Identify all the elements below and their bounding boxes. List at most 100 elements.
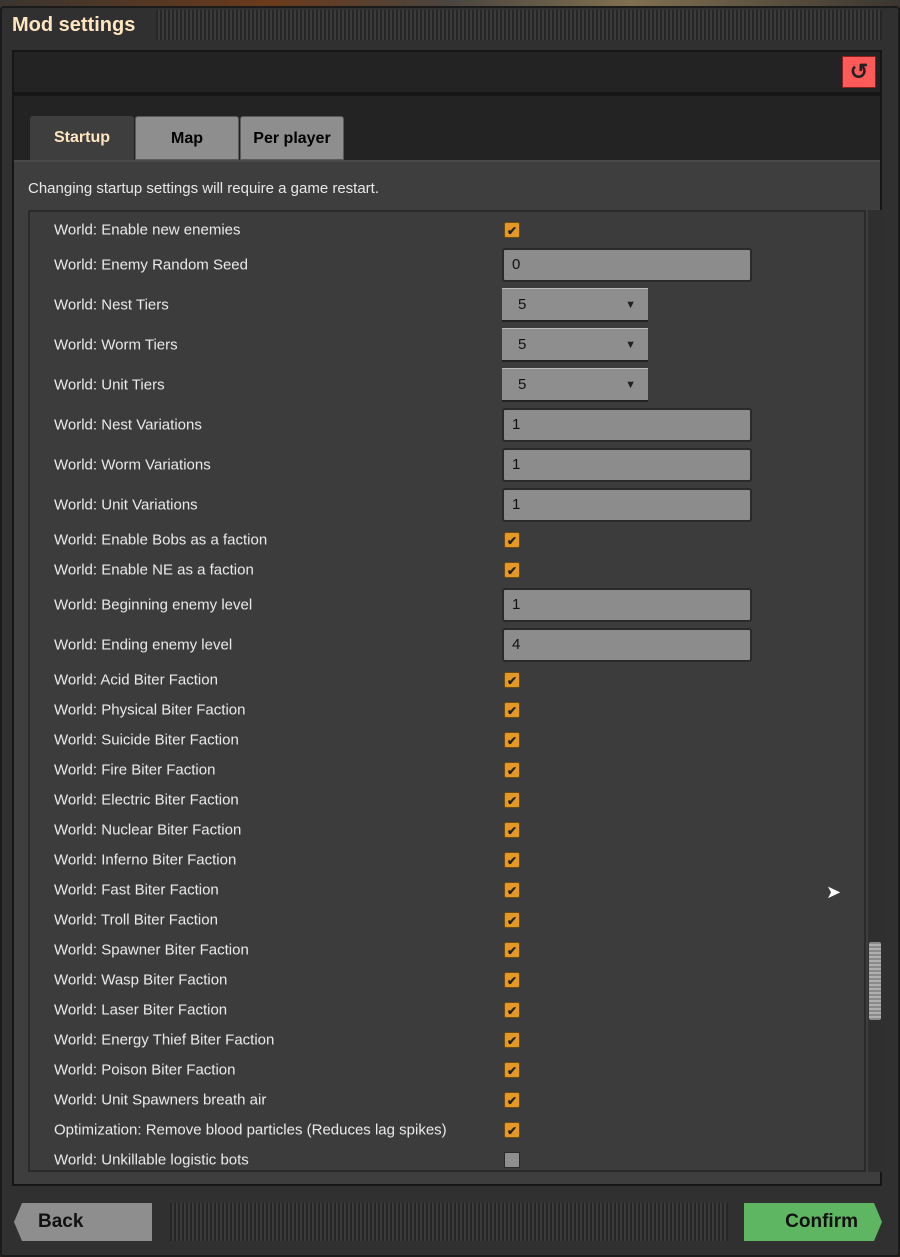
setting-row: World: Unit Spawners breath air ✔ — [30, 1085, 850, 1115]
check-icon: ✔ — [506, 854, 518, 868]
setting-checkbox[interactable]: ✔ — [504, 532, 520, 548]
setting-checkbox[interactable]: ✔ — [504, 222, 520, 238]
setting-label: World: Unit Tiers — [54, 376, 165, 394]
setting-text-field[interactable]: 4 — [502, 628, 752, 662]
setting-row: World: Unit Variations 1 — [30, 485, 850, 525]
reset-button[interactable]: ↺ — [842, 56, 876, 88]
setting-dropdown[interactable]: 5 ▼ — [502, 328, 648, 362]
setting-row: World: Wasp Biter Faction ✔ — [30, 965, 850, 995]
setting-checkbox[interactable]: ✔ — [504, 852, 520, 868]
setting-checkbox[interactable]: ✔ — [504, 1032, 520, 1048]
setting-label: World: Unit Spawners breath air — [54, 1091, 267, 1109]
setting-text-field[interactable]: 1 — [502, 588, 752, 622]
chevron-down-icon: ▼ — [625, 339, 636, 351]
scrollbar[interactable] — [868, 210, 882, 1172]
setting-label: World: Unit Variations — [54, 496, 198, 514]
setting-checkbox[interactable]: ✔ — [504, 882, 520, 898]
check-icon: ✔ — [506, 1034, 518, 1048]
check-icon: ✔ — [506, 1004, 518, 1018]
setting-label: World: Acid Biter Faction — [54, 671, 218, 689]
setting-row: World: Unit Tiers 5 ▼ — [30, 365, 850, 405]
check-icon: ✔ — [506, 824, 518, 838]
setting-checkbox[interactable]: ✔ — [504, 912, 520, 928]
setting-label: World: Fire Biter Faction — [54, 761, 216, 779]
setting-row: World: Enable NE as a faction ✔ — [30, 555, 850, 585]
setting-checkbox[interactable]: ✔ — [504, 1122, 520, 1138]
setting-row: World: Enable Bobs as a faction ✔ — [30, 525, 850, 555]
setting-label: World: Worm Variations — [54, 456, 211, 474]
footer-grip — [170, 1203, 728, 1241]
setting-row: World: Unkillable logistic bots — [30, 1145, 850, 1170]
setting-checkbox[interactable]: ✔ — [504, 822, 520, 838]
setting-checkbox[interactable]: ✔ — [504, 562, 520, 578]
setting-row: World: Worm Tiers 5 ▼ — [30, 325, 850, 365]
tab-map[interactable]: Map — [135, 116, 239, 160]
setting-text-field[interactable]: 1 — [502, 488, 752, 522]
setting-checkbox[interactable] — [504, 1152, 520, 1168]
tab-per-player[interactable]: Per player — [240, 116, 344, 160]
setting-checkbox[interactable]: ✔ — [504, 1092, 520, 1108]
setting-label: World: Laser Biter Faction — [54, 1001, 228, 1019]
setting-row: World: Enemy Random Seed 0 — [30, 245, 850, 285]
setting-row: World: Inferno Biter Faction ✔ — [30, 845, 850, 875]
check-icon: ✔ — [506, 764, 518, 778]
setting-row: Optimization: Remove blood particles (Re… — [30, 1115, 850, 1145]
chevron-down-icon: ▼ — [625, 299, 636, 311]
check-icon: ✔ — [506, 1124, 518, 1138]
setting-checkbox[interactable]: ✔ — [504, 792, 520, 808]
setting-row: World: Troll Biter Faction ✔ — [30, 905, 850, 935]
setting-row: World: Physical Biter Faction ✔ — [30, 695, 850, 725]
setting-dropdown[interactable]: 5 ▼ — [502, 288, 648, 322]
chevron-down-icon: ▼ — [625, 379, 636, 391]
reset-icon: ↺ — [849, 59, 869, 84]
setting-checkbox[interactable]: ✔ — [504, 702, 520, 718]
toolbar: ↺ — [12, 50, 882, 94]
setting-row: World: Beginning enemy level 1 — [30, 585, 850, 625]
setting-label: World: Troll Biter Faction — [54, 911, 218, 929]
setting-row: World: Laser Biter Faction ✔ — [30, 995, 850, 1025]
setting-label: World: Electric Biter Faction — [54, 791, 239, 809]
dropdown-value: 5 — [518, 296, 527, 313]
setting-label: World: Worm Tiers — [54, 336, 178, 354]
setting-label: World: Enemy Random Seed — [54, 256, 248, 274]
setting-label: World: Fast Biter Faction — [54, 881, 219, 899]
check-icon: ✔ — [506, 944, 518, 958]
setting-row: World: Acid Biter Faction ✔ — [30, 665, 850, 695]
setting-text-field[interactable]: 1 — [502, 448, 752, 482]
setting-row: World: Spawner Biter Faction ✔ — [30, 935, 850, 965]
setting-checkbox[interactable]: ✔ — [504, 762, 520, 778]
scrollbar-thumb[interactable] — [869, 942, 881, 1020]
check-icon: ✔ — [506, 974, 518, 988]
dropdown-value: 5 — [518, 336, 527, 353]
setting-checkbox[interactable]: ✔ — [504, 942, 520, 958]
check-icon: ✔ — [506, 704, 518, 718]
confirm-button[interactable]: Confirm — [744, 1203, 882, 1241]
setting-label: World: Inferno Biter Faction — [54, 851, 237, 869]
check-icon: ✔ — [506, 534, 518, 548]
tab-content: Changing startup settings will require a… — [14, 160, 882, 1184]
back-button[interactable]: Back — [14, 1203, 152, 1241]
setting-text-field[interactable]: 0 — [502, 248, 752, 282]
setting-label: World: Poison Biter Faction — [54, 1061, 236, 1079]
setting-checkbox[interactable]: ✔ — [504, 1062, 520, 1078]
setting-row: World: Fire Biter Faction ✔ — [30, 755, 850, 785]
setting-label: World: Energy Thief Biter Faction — [54, 1031, 275, 1049]
tab-startup[interactable]: Startup — [30, 116, 134, 160]
dropdown-value: 5 — [518, 376, 527, 393]
check-icon: ✔ — [506, 734, 518, 748]
setting-checkbox[interactable]: ✔ — [504, 972, 520, 988]
setting-checkbox[interactable]: ✔ — [504, 732, 520, 748]
setting-text-field[interactable]: 1 — [502, 408, 752, 442]
setting-label: Optimization: Remove blood particles (Re… — [54, 1121, 447, 1139]
setting-label: World: Enable new enemies — [54, 221, 241, 239]
setting-dropdown[interactable]: 5 ▼ — [502, 368, 648, 402]
setting-row: World: Nuclear Biter Faction ✔ — [30, 815, 850, 845]
restart-note: Changing startup settings will require a… — [28, 180, 380, 197]
check-icon: ✔ — [506, 884, 518, 898]
setting-checkbox[interactable]: ✔ — [504, 672, 520, 688]
drag-handle[interactable] — [156, 10, 882, 40]
check-icon: ✔ — [506, 914, 518, 928]
check-icon: ✔ — [506, 794, 518, 808]
setting-checkbox[interactable]: ✔ — [504, 1002, 520, 1018]
check-icon: ✔ — [506, 224, 518, 238]
